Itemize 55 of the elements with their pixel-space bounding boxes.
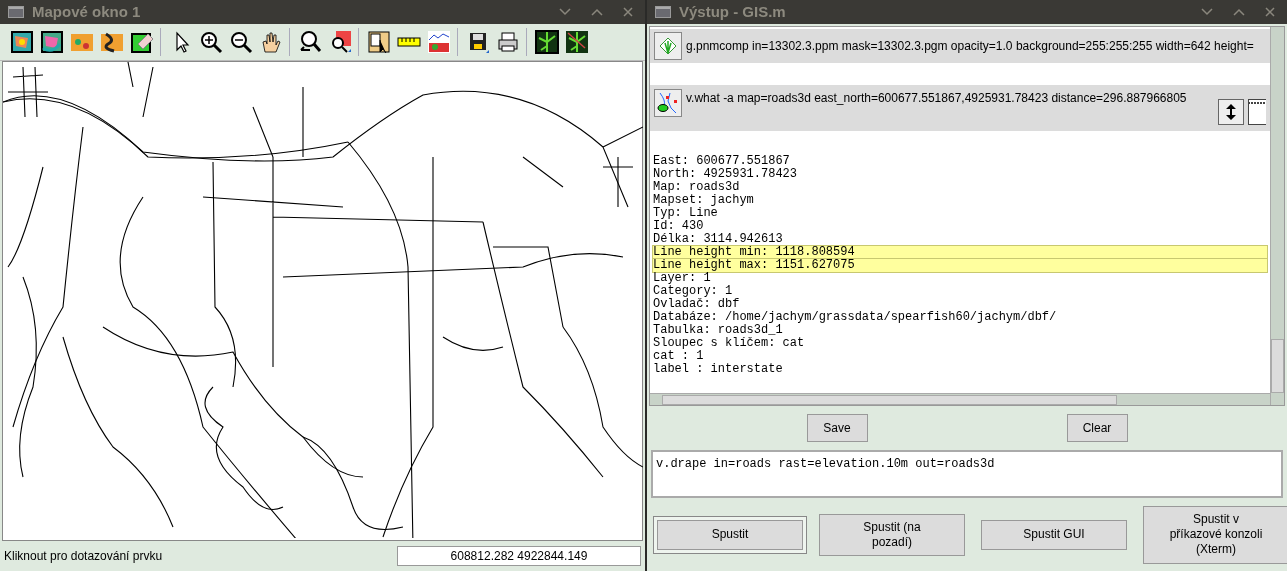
- output-line: East: 600677.551867: [653, 155, 791, 168]
- minimize-icon[interactable]: [559, 8, 571, 16]
- query-icon[interactable]: [367, 30, 391, 54]
- output-line: Mapset: jachym: [653, 194, 755, 207]
- output-line: Layer: 1: [653, 272, 712, 285]
- map-display-icon[interactable]: [10, 30, 34, 54]
- run-button[interactable]: Spustit v příkazové konzoli (Xterm): [1143, 505, 1287, 564]
- zoom-back-icon[interactable]: [298, 30, 322, 54]
- output-line: Databáze: /home/jachym/grassdata/spearfish60/jachym/dbf/: [653, 311, 1058, 324]
- maximize-icon[interactable]: [1233, 8, 1245, 16]
- window-icon: [655, 6, 671, 18]
- output-line: Ovladač: dbf: [653, 298, 741, 311]
- output-line: Map: roads3d: [653, 181, 741, 194]
- zoom-out-icon[interactable]: [229, 30, 253, 54]
- command-text: v.what -a map=roads3d east_north=600677.551867,4925931.78423 distance=296.887966805: [686, 90, 1187, 107]
- output-line: Typ: Line: [653, 207, 719, 220]
- window-title: Výstup - GIS.m: [679, 1, 787, 22]
- output-line: Category: 1: [653, 285, 734, 298]
- zoom-in-icon[interactable]: [199, 30, 223, 54]
- map-icon[interactable]: [565, 30, 589, 54]
- profile-icon[interactable]: [427, 30, 451, 54]
- output-line: label : interstate: [653, 363, 784, 376]
- close-icon[interactable]: [623, 7, 633, 17]
- command-input[interactable]: v.drape in=roads rast=elevation.10m out=roads3d: [651, 450, 1283, 498]
- window-icon[interactable]: [1248, 99, 1266, 125]
- vertical-scrollbar[interactable]: [1270, 27, 1284, 405]
- action-button[interactable]: Clear: [1066, 414, 1128, 442]
- output-line: Sloupec s klíčem: cat: [653, 337, 806, 350]
- output-line: Id: 430: [653, 220, 705, 233]
- maximize-icon[interactable]: [591, 8, 603, 16]
- map-icon[interactable]: [535, 30, 559, 54]
- output-line: Délka: 3114.942613: [653, 233, 784, 246]
- run-button[interactable]: Spustit GUI: [981, 519, 1127, 550]
- print-icon[interactable]: [496, 30, 520, 54]
- close-icon[interactable]: [1265, 7, 1275, 17]
- status-text: Kliknout pro dotazování prvku: [4, 548, 164, 565]
- command-text: g.pnmcomp in=13302.3.ppm mask=13302.3.pgm opacity=1.0 background=255:255:255 width=642 height=: [686, 38, 1254, 55]
- window-title: Mapové okno 1: [32, 1, 142, 22]
- output-line: Tabulka: roads3d_1: [653, 324, 784, 337]
- output-line: North: 4925931.78423: [653, 168, 799, 181]
- output-line: cat : 1: [653, 350, 705, 363]
- pan-hand-icon[interactable]: [259, 30, 283, 54]
- minimize-icon[interactable]: [1201, 8, 1213, 16]
- vector-map-icon[interactable]: [654, 89, 682, 117]
- map-redraw-icon[interactable]: [40, 30, 64, 54]
- road-map-drawing[interactable]: [3, 62, 643, 538]
- eraser-icon[interactable]: [130, 30, 154, 54]
- coordinates-field: 608812.282 4922844.149: [397, 546, 641, 566]
- resize-icon[interactable]: [1218, 99, 1244, 125]
- horizontal-scrollbar[interactable]: [650, 393, 1270, 405]
- window-icon: [8, 6, 24, 18]
- run-button[interactable]: Spustit (na pozadí): [819, 513, 965, 556]
- vector-overlay-icon[interactable]: [100, 30, 124, 54]
- action-button[interactable]: Save: [806, 414, 868, 442]
- grass-icon[interactable]: [654, 32, 682, 60]
